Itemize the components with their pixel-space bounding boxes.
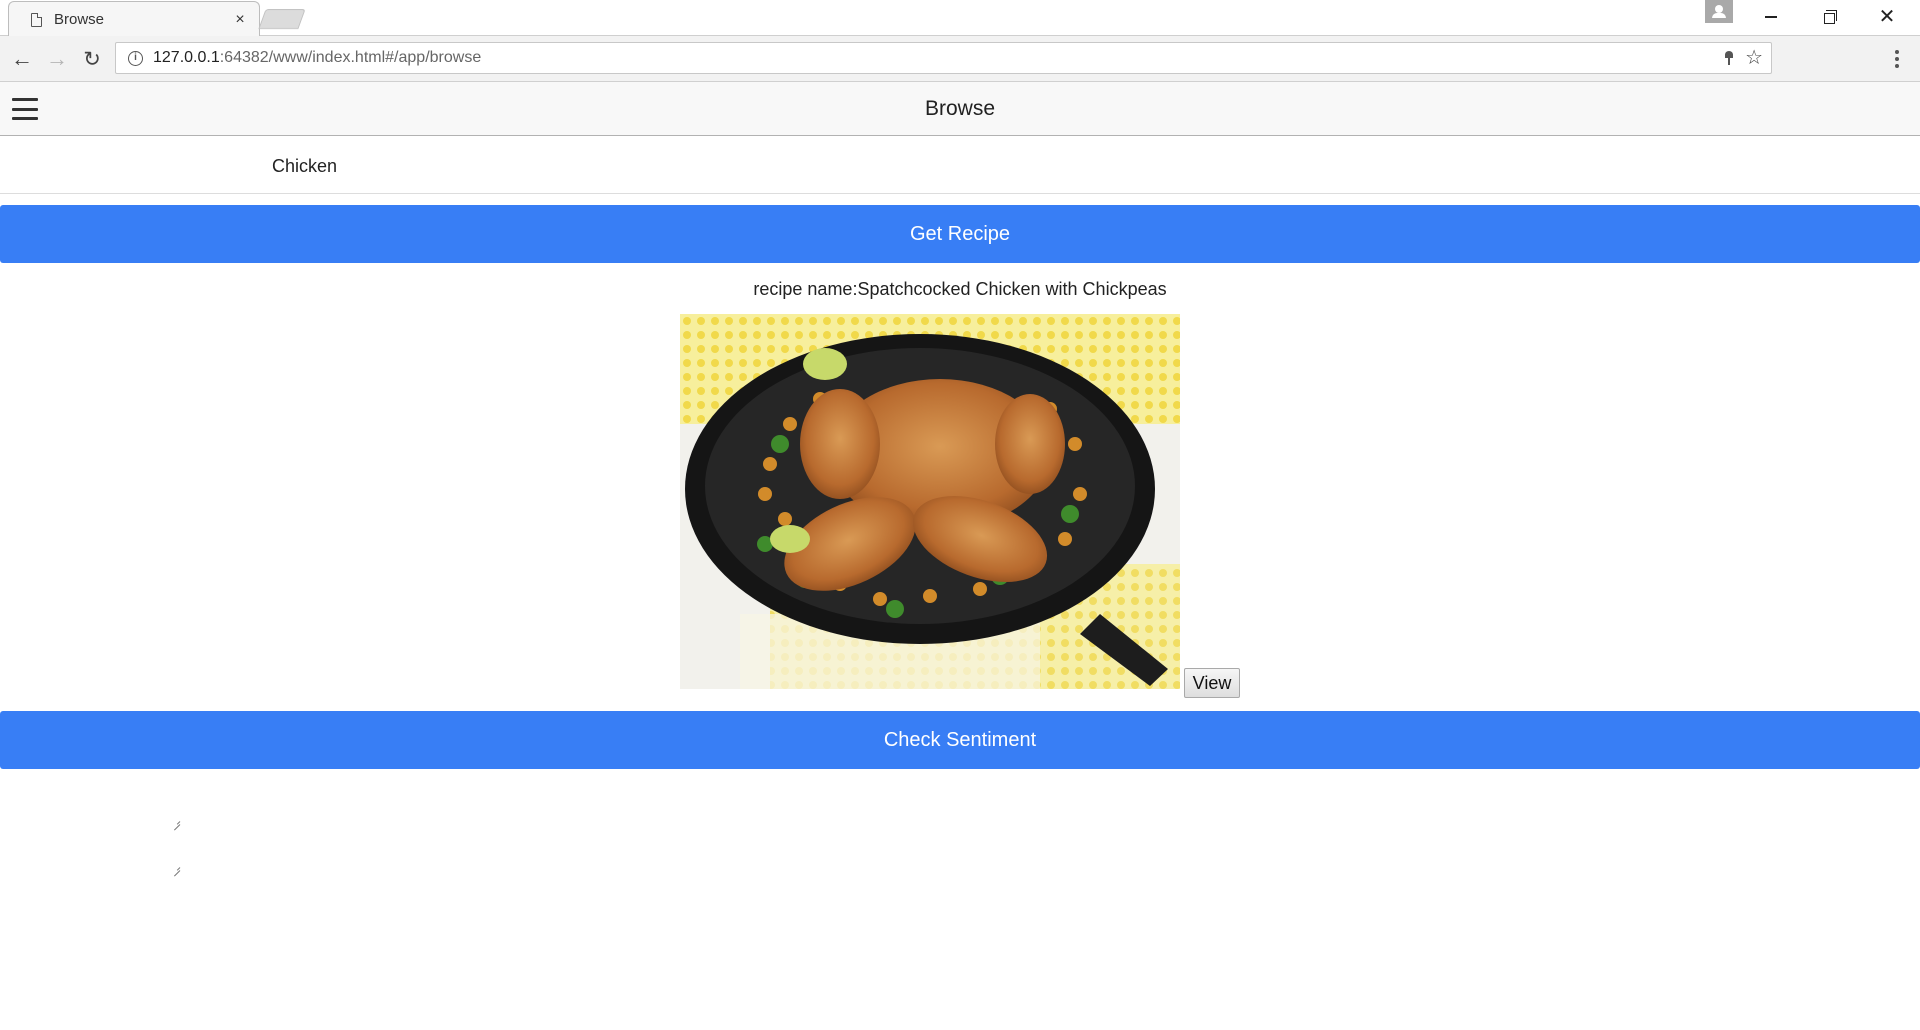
minimize-icon: [1765, 16, 1777, 18]
sentiment-textarea-2[interactable]: [0, 840, 184, 878]
close-icon: ✕: [1878, 6, 1896, 28]
view-button[interactable]: View: [1184, 668, 1240, 698]
site-info-icon[interactable]: i: [128, 50, 143, 66]
reload-button[interactable]: ↻: [77, 44, 107, 74]
recipe-image: [680, 314, 1180, 689]
close-window-button[interactable]: ✕: [1858, 0, 1916, 34]
resize-grip-icon[interactable]: [172, 819, 180, 825]
url-text: 127.0.0.1:64382/www/index.html#/app/brow…: [153, 49, 481, 67]
app-header: Browse: [0, 82, 1920, 136]
ingredient-input[interactable]: [270, 148, 1674, 184]
menu-icon[interactable]: [12, 98, 38, 120]
check-sentiment-button[interactable]: Check Sentiment: [0, 711, 1920, 769]
minimize-button[interactable]: [1742, 0, 1800, 34]
restore-icon: [1823, 9, 1837, 24]
address-bar[interactable]: i 127.0.0.1:64382/www/index.html#/app/br…: [115, 42, 1772, 74]
url-host: 127.0.0.1: [153, 49, 220, 66]
key-icon[interactable]: [1725, 51, 1734, 65]
page-title: Browse: [924, 97, 996, 120]
back-button[interactable]: ←: [7, 44, 37, 74]
browser-menu-icon[interactable]: [1887, 46, 1907, 72]
tab-close-icon[interactable]: ×: [231, 11, 249, 29]
sentiment-textarea-1[interactable]: [0, 794, 184, 832]
restore-button[interactable]: [1800, 0, 1858, 34]
tab-title: Browse: [54, 11, 105, 28]
browser-tab[interactable]: Browse ×: [8, 1, 260, 36]
forward-button[interactable]: →: [42, 44, 72, 74]
browser-tab-strip: Browse × ✕: [0, 0, 1920, 36]
profile-avatar-icon[interactable]: [1705, 0, 1733, 23]
resize-grip-icon[interactable]: [172, 865, 180, 871]
url-path: :64382/www/index.html#/app/browse: [219, 49, 482, 66]
page-icon: [31, 12, 42, 27]
new-tab-button[interactable]: [258, 9, 306, 29]
browser-toolbar: ← → ↻ i 127.0.0.1:64382/www/index.html#/…: [0, 36, 1920, 82]
recipe-name: recipe name:Spatchcocked Chicken with Ch…: [753, 279, 1167, 299]
get-recipe-button[interactable]: Get Recipe: [0, 205, 1920, 263]
search-row: [0, 136, 1920, 194]
bookmark-star-icon[interactable]: ☆: [1745, 48, 1763, 68]
